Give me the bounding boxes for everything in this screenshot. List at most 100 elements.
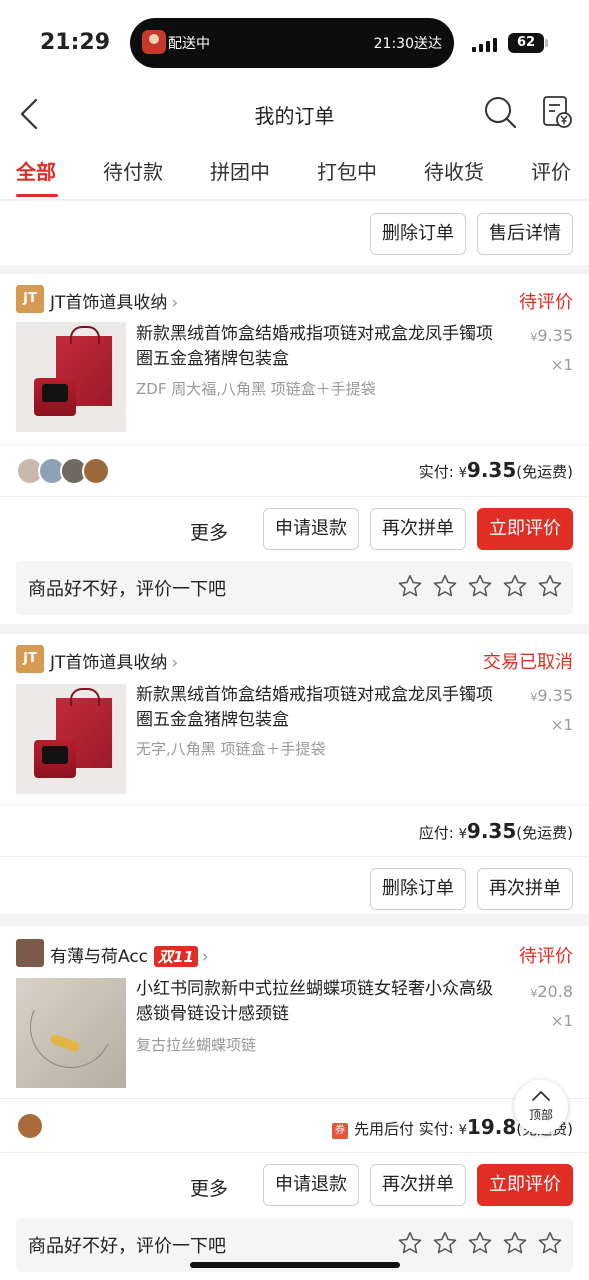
tab-to-receive[interactable]: 待收货 — [424, 156, 484, 185]
review-prompt: 商品好不好，评价一下吧 — [28, 1236, 226, 1257]
star-icon[interactable] — [502, 573, 528, 599]
star-icon[interactable] — [397, 1230, 423, 1256]
delivery-rider-icon — [142, 30, 166, 54]
more-button[interactable]: 更多 — [190, 1174, 228, 1201]
back-to-top-button[interactable]: 顶部 — [514, 1080, 568, 1134]
product-thumbnail[interactable] — [16, 684, 126, 794]
product-quantity: ×1 — [550, 716, 573, 734]
product-thumbnail[interactable] — [16, 978, 126, 1088]
star-icon[interactable] — [467, 1230, 493, 1256]
product-thumbnail[interactable] — [16, 322, 126, 432]
shop-logo: JT — [16, 285, 44, 313]
order-status: 待评价 — [519, 946, 573, 967]
currency-symbol: ¥ — [458, 466, 467, 481]
price-value: 9.35 — [537, 326, 573, 345]
divider — [0, 856, 589, 857]
quick-review-box: 商品好不好，评价一下吧 — [16, 561, 573, 615]
product-quantity: ×1 — [550, 356, 573, 374]
delivery-eta: 21:30送达 — [373, 36, 442, 52]
pay-label: 实付: — [418, 463, 454, 481]
divider — [0, 496, 589, 497]
price-value: 9.35 — [537, 686, 573, 705]
request-refund-button[interactable]: 申请退款 — [263, 1164, 359, 1206]
product-price: ¥9.35 — [530, 326, 573, 345]
regroup-button[interactable]: 再次拼单 — [477, 868, 573, 910]
pay-later-label: 先用后付 — [354, 1120, 415, 1138]
shipping-note: (免运费) — [516, 824, 573, 842]
home-indicator[interactable] — [190, 1262, 400, 1268]
regroup-button[interactable]: 再次拼单 — [370, 1164, 466, 1206]
review-prompt: 商品好不好，评价一下吧 — [28, 579, 226, 600]
tab-pending-payment[interactable]: 待付款 — [103, 156, 163, 185]
tab-all[interactable]: 全部 — [16, 156, 56, 185]
pay-label: 应付: — [418, 824, 454, 842]
product-title[interactable]: 新款黑绒首饰盒结婚戒指项链对戒盒龙凤手镯项圈五金盒猪牌包装盒 — [136, 683, 506, 733]
star-icon[interactable] — [432, 573, 458, 599]
previous-order-actions: 删除订单 售后详情 — [0, 201, 589, 265]
currency-symbol: ¥ — [458, 827, 467, 842]
shop-avatar — [16, 939, 44, 967]
tab-packing[interactable]: 打包中 — [317, 156, 377, 185]
star-icon[interactable] — [502, 1230, 528, 1256]
product-title[interactable]: 小红书同款新中式拉丝蝴蝶项链女轻奢小众高级感锁骨链设计感颈链 — [136, 977, 506, 1027]
request-refund-button[interactable]: 申请退款 — [263, 508, 359, 550]
order-tabs: 全部 待付款 拼团中 打包中 待收货 评价 — [0, 142, 589, 200]
shop-name[interactable]: JT首饰道具收纳 › — [50, 648, 178, 673]
battery-icon: 62 — [508, 33, 548, 53]
product-price: ¥20.8 — [530, 982, 573, 1001]
tab-review[interactable]: 评价 — [531, 156, 571, 185]
product-spec: 无字,八角黑 项链盒＋手提袋 — [136, 740, 326, 758]
star-icon[interactable] — [397, 573, 423, 599]
product-price: ¥9.35 — [530, 686, 573, 705]
more-button[interactable]: 更多 — [190, 518, 228, 545]
star-icon[interactable] — [537, 573, 563, 599]
divider — [0, 1098, 589, 1099]
regroup-button[interactable]: 再次拼单 — [370, 508, 466, 550]
price-value: 20.8 — [537, 982, 573, 1001]
product-spec: 复古拉丝蝴蝶项链 — [136, 1036, 257, 1054]
payment-summary: 实付: ¥9.35(免运费) — [419, 458, 573, 482]
currency-symbol: ¥ — [458, 1123, 467, 1138]
pay-amount: 19.8 — [466, 1115, 517, 1139]
shop-name[interactable]: JT首饰道具收纳 › — [50, 288, 178, 313]
pay-amount: 9.35 — [466, 819, 517, 843]
delete-order-button[interactable]: 删除订单 — [370, 213, 466, 255]
review-now-button[interactable]: 立即评价 — [477, 1164, 573, 1206]
aftersale-details-button[interactable]: 售后详情 — [477, 213, 573, 255]
chevron-up-icon — [532, 1091, 550, 1101]
divider — [0, 444, 589, 445]
delete-order-button[interactable]: 删除订单 — [370, 868, 466, 910]
tab-group-buying[interactable]: 拼团中 — [210, 156, 270, 185]
avatar — [82, 457, 110, 485]
chevron-right-icon: › — [171, 653, 179, 673]
active-tab-indicator — [16, 194, 58, 197]
pay-label: 实付: — [418, 1120, 454, 1138]
divider — [0, 1152, 589, 1153]
order-card: JT JT首饰道具收纳 › 待评价 新款黑绒首饰盒结婚戒指项链对戒盒龙凤手镯项圈五… — [0, 274, 589, 624]
product-quantity: ×1 — [550, 1012, 573, 1030]
double-11-badge: 双11 — [154, 946, 198, 967]
star-icon[interactable] — [467, 573, 493, 599]
product-spec: ZDF 周大福,八角黑 项链盒＋手提袋 — [136, 380, 376, 398]
search-icon[interactable] — [482, 94, 518, 130]
order-status: 交易已取消 — [483, 652, 573, 673]
product-title[interactable]: 新款黑绒首饰盒结婚戒指项链对戒盒龙凤手镯项圈五金盒猪牌包装盒 — [136, 322, 506, 372]
dynamic-island-delivery[interactable]: 配送中 21:30送达 — [130, 18, 454, 68]
star-rating — [388, 1230, 563, 1260]
review-now-button[interactable]: 立即评价 — [477, 508, 573, 550]
avatar — [16, 1112, 44, 1140]
signal-icon — [472, 36, 500, 52]
order-card: JT JT首饰道具收纳 › 交易已取消 新款黑绒首饰盒结婚戒指项链对戒盒龙凤手镯项… — [0, 634, 589, 914]
back-to-top-label: 顶部 — [528, 1108, 553, 1122]
bill-yen-icon[interactable] — [540, 94, 574, 130]
delivery-status: 配送中 — [168, 36, 210, 52]
shop-name[interactable]: 有薄与荷Acc 双11 › — [50, 942, 209, 967]
order-status: 待评价 — [519, 292, 573, 313]
payment-summary: 应付: ¥9.35(免运费) — [419, 819, 573, 843]
chevron-right-icon: › — [201, 947, 209, 967]
star-icon[interactable] — [432, 1230, 458, 1256]
nav-bar: 我的订单 — [0, 88, 589, 142]
shipping-note: (免运费) — [516, 463, 573, 481]
star-icon[interactable] — [537, 1230, 563, 1256]
pay-amount: 9.35 — [466, 458, 517, 482]
